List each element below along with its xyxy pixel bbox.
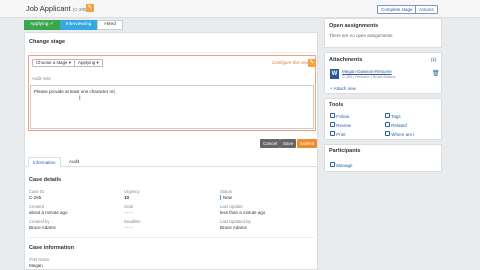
attachments-title: Attachments	[329, 57, 363, 63]
stage-interviewing[interactable]: Interviewing	[59, 20, 98, 30]
delete-attachment-icon[interactable]: 🗑	[432, 70, 440, 77]
cancel-button[interactable]: Cancel	[260, 139, 281, 148]
tab-bar: Information Audit	[25, 157, 317, 167]
created-label: Created	[29, 204, 44, 209]
follow-link[interactable]: Follow	[330, 113, 349, 119]
last-updated-by-label: Last Updated By	[220, 219, 251, 224]
participants-title: Participants	[329, 148, 361, 154]
case-information-title: Case information	[29, 245, 74, 251]
tab-information[interactable]: Information	[28, 157, 61, 167]
word-file-icon: W	[330, 69, 339, 79]
stage-bar: Applying ✓ Interviewing Hired	[24, 20, 123, 30]
attachment-file-link[interactable]: Megan-Dawson-Resume	[342, 69, 392, 74]
no-assignments-text: There are no open assignments	[329, 33, 393, 38]
tags-link[interactable]: Tags	[385, 113, 401, 119]
case-id-label: Case ID	[29, 189, 45, 194]
first-name-label: First Name	[29, 257, 50, 262]
save-button[interactable]: Save	[280, 139, 297, 148]
tools-title: Tools	[329, 102, 344, 108]
urgency-value: 10	[124, 195, 130, 200]
main-panel: Change stage Choose a stage ▾ Applying ▾…	[24, 32, 318, 270]
goal-value: ------	[124, 210, 133, 215]
attach-new-link[interactable]: + Attach new	[330, 86, 356, 91]
urgency-label: Urgency	[124, 189, 140, 194]
stage-hired[interactable]: Hired	[97, 20, 123, 30]
deadline-label: Deadline	[124, 219, 141, 224]
configure-view-link[interactable]: Configure this view	[272, 60, 310, 65]
audit-note-label: Audit note	[32, 76, 51, 81]
tag-icon	[385, 113, 390, 118]
last-update-value: less than a minute ago	[220, 210, 266, 215]
choose-stage-select[interactable]: Choose a stage ▾	[32, 59, 76, 67]
case-id-value: C-285	[29, 195, 42, 200]
related-link[interactable]: Related	[385, 122, 407, 128]
submit-button[interactable]: Submit	[297, 139, 318, 148]
last-updated-by-value: Bruce Adams	[220, 225, 247, 230]
audit-note-textarea[interactable]: Please provide at least one character re…	[30, 85, 314, 129]
manage-icon	[330, 162, 335, 167]
print-link[interactable]: Print	[330, 131, 346, 137]
location-icon	[385, 131, 390, 136]
status-label: Status	[220, 189, 232, 194]
stage-applying[interactable]: Applying ✓	[24, 20, 60, 30]
first-name-value: Megan	[29, 263, 43, 268]
related-icon	[385, 122, 390, 127]
created-by-label: Created by	[29, 219, 50, 224]
case-details-title: Case details	[29, 177, 62, 183]
divider	[28, 237, 314, 238]
text-cursor-icon: I	[79, 96, 81, 102]
review-link[interactable]: Review	[330, 122, 351, 128]
attachments-panel: Attachments (1) W Megan-Dawson-Resume C-…	[324, 52, 442, 94]
last-update-label: Last Update	[220, 204, 243, 209]
follow-icon	[330, 113, 335, 118]
open-assignments-panel: Open assignments There are no open assig…	[324, 18, 442, 48]
attachments-count: (1)	[431, 57, 437, 62]
print-icon	[330, 131, 335, 136]
edit-title-icon[interactable]: ✎	[86, 4, 94, 12]
created-by-value: Bruce Adams	[29, 225, 56, 230]
attachment-meta: C-285 | Resume | Bruce Adams	[342, 75, 396, 79]
change-stage-title: Change stage	[29, 39, 66, 45]
change-stage-form: Choose a stage ▾ Applying ▾ Configure th…	[28, 55, 316, 131]
where-am-i-link[interactable]: Where am I	[385, 131, 415, 137]
actions-menu-button[interactable]: Actions	[415, 5, 438, 14]
participants-panel: Participants Manage	[324, 144, 442, 172]
deadline-value: ------	[124, 225, 133, 230]
case-title: Job Applicant (C-285)	[26, 4, 88, 13]
status-value: New	[220, 195, 232, 200]
tools-panel: Tools Follow Tags Review Related Print W…	[324, 98, 442, 140]
divider	[28, 52, 316, 53]
complete-stage-button[interactable]: Complete stage	[377, 5, 417, 14]
created-value: about a minute ago	[29, 210, 68, 215]
review-icon	[330, 122, 335, 127]
manage-participants-link[interactable]: Manage	[330, 162, 353, 168]
tab-audit[interactable]: Audit	[65, 157, 83, 167]
goal-label: Goal	[124, 204, 133, 209]
configure-edit-icon[interactable]: ✎	[308, 59, 316, 67]
stage-value-select[interactable]: Applying ▾	[74, 59, 103, 67]
open-assignments-title: Open assignments	[329, 23, 379, 29]
